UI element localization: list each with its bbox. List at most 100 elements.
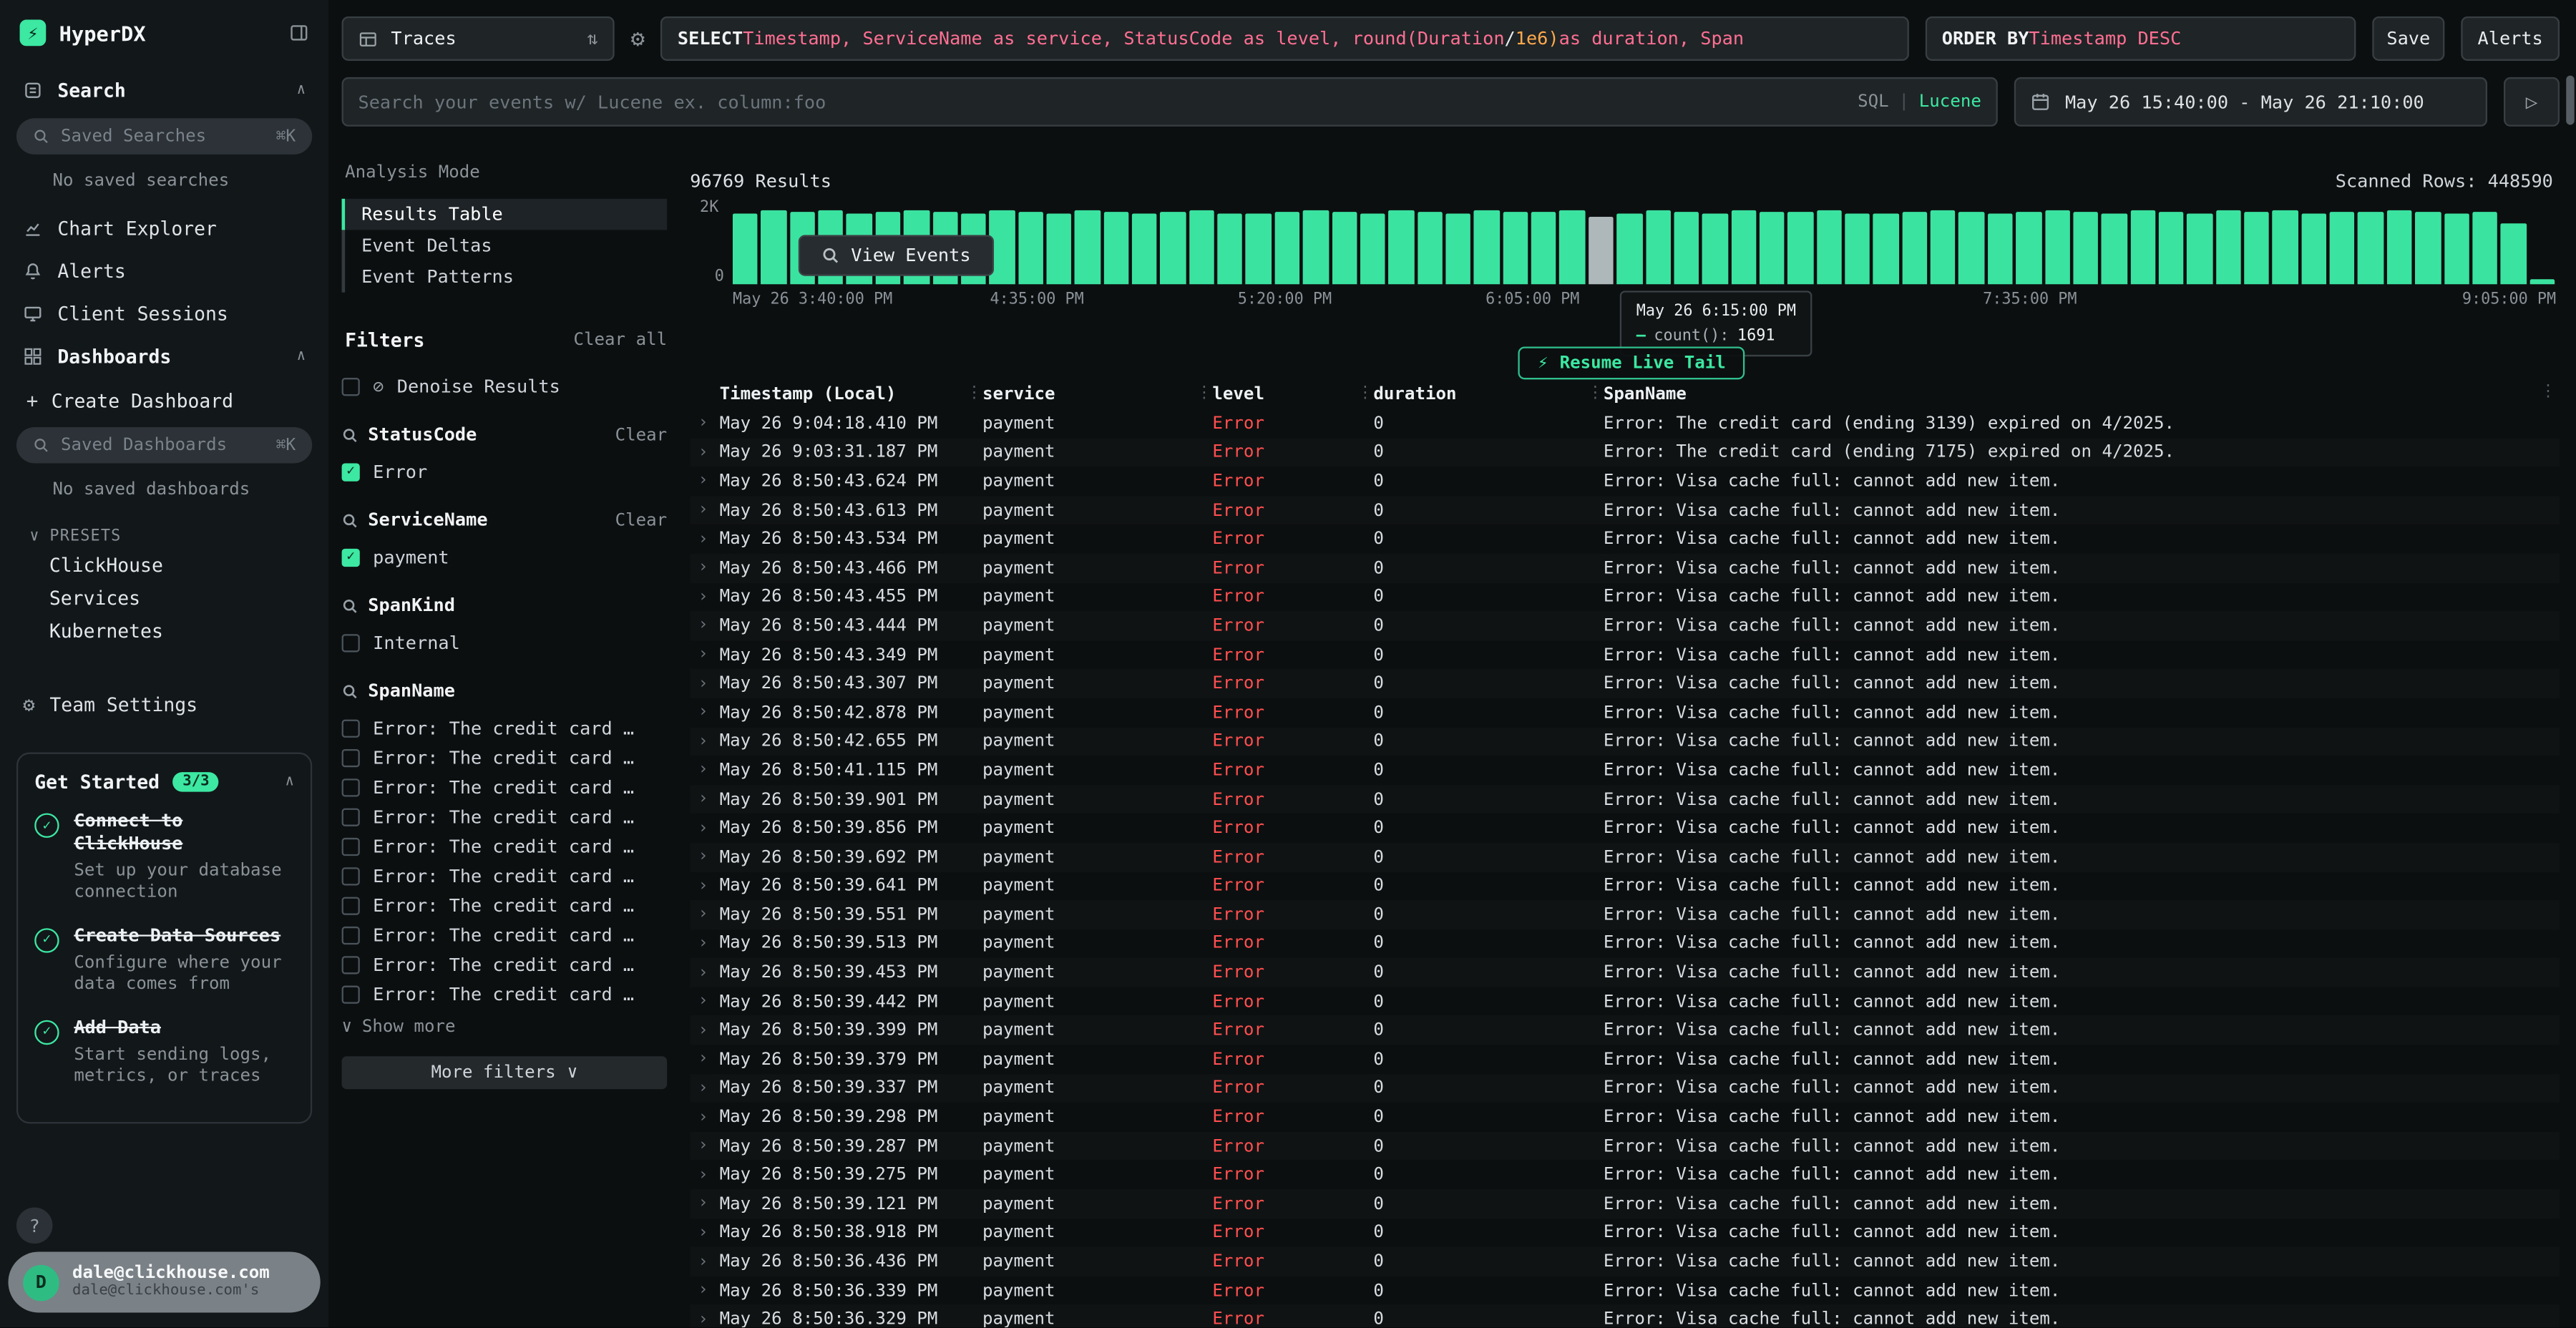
- row-expand-icon[interactable]: ›: [690, 1022, 719, 1040]
- checkbox[interactable]: [342, 748, 360, 766]
- histogram-bar[interactable]: [1218, 213, 1243, 284]
- histogram-bar[interactable]: [2358, 213, 2384, 284]
- row-expand-icon[interactable]: ›: [690, 472, 719, 490]
- checkbox[interactable]: [342, 866, 360, 884]
- row-expand-icon[interactable]: ›: [690, 964, 719, 982]
- table-row[interactable]: › May 26 8:50:41.115 PM payment Error 0 …: [690, 756, 2560, 784]
- row-expand-icon[interactable]: ›: [690, 501, 719, 519]
- row-expand-icon[interactable]: ›: [690, 645, 719, 663]
- resume-live-tail-button[interactable]: ⚡ Resume Live Tail: [1518, 346, 1745, 379]
- histogram-bar[interactable]: [2102, 213, 2127, 284]
- run-query-button[interactable]: ▷: [2504, 77, 2560, 127]
- row-expand-icon[interactable]: ›: [690, 414, 719, 432]
- row-expand-icon[interactable]: ›: [690, 675, 719, 693]
- lucene-toggle[interactable]: Lucene: [1919, 92, 1981, 112]
- table-row[interactable]: › May 26 8:50:39.337 PM payment Error 0 …: [690, 1074, 2560, 1103]
- scrollbar-thumb[interactable]: [2566, 76, 2574, 125]
- histogram-bar[interactable]: [2016, 211, 2041, 284]
- histogram-bar[interactable]: [1445, 214, 1470, 285]
- row-expand-icon[interactable]: ›: [690, 934, 719, 952]
- histogram-bar[interactable]: [2273, 211, 2298, 285]
- histogram-bar[interactable]: [1589, 218, 1614, 284]
- source-settings-gear-icon[interactable]: ⚙: [631, 16, 645, 61]
- preset-dashboard-link[interactable]: Kubernetes: [0, 615, 328, 648]
- table-row[interactable]: › May 26 8:50:39.379 PM payment Error 0 …: [690, 1045, 2560, 1073]
- more-filters-button[interactable]: More filters ∨: [342, 1056, 668, 1089]
- table-row[interactable]: › May 26 9:03:31.187 PM payment Error 0 …: [690, 438, 2560, 467]
- filter-option-spanname[interactable]: Error: The credit card …: [342, 831, 668, 861]
- row-expand-icon[interactable]: ›: [690, 1050, 719, 1068]
- histogram-bar[interactable]: [1046, 213, 1071, 285]
- table-row[interactable]: › May 26 8:50:42.655 PM payment Error 0 …: [690, 727, 2560, 756]
- table-row[interactable]: › May 26 8:50:39.551 PM payment Error 0 …: [690, 900, 2560, 929]
- get-started-header[interactable]: Get Started 3/3 ∧: [34, 771, 294, 794]
- row-expand-icon[interactable]: ›: [690, 1310, 719, 1327]
- denoise-results-checkbox[interactable]: ⊘ Denoise Results: [342, 371, 668, 401]
- chevron-up-icon[interactable]: ∧: [297, 348, 306, 365]
- preset-dashboard-link[interactable]: ClickHouse: [0, 549, 328, 582]
- column-header-service[interactable]: ⋮service: [962, 384, 1192, 404]
- row-expand-icon[interactable]: ›: [690, 1166, 719, 1183]
- chevron-up-icon[interactable]: ∧: [297, 82, 306, 99]
- table-row[interactable]: › May 26 8:50:39.513 PM payment Error 0 …: [690, 929, 2560, 958]
- filter-option-payment[interactable]: ✓ payment: [342, 542, 668, 572]
- histogram-bar[interactable]: [1474, 210, 1499, 284]
- table-row[interactable]: › May 26 8:50:39.442 PM payment Error 0 …: [690, 987, 2560, 1016]
- checkbox-checked[interactable]: ✓: [342, 462, 360, 480]
- clear-all-filters-button[interactable]: Clear all: [573, 330, 667, 350]
- histogram-bar[interactable]: [1332, 213, 1357, 284]
- histogram-bar[interactable]: [1560, 210, 1585, 284]
- sidebar-item-dashboards[interactable]: Dashboards ∧: [0, 335, 328, 378]
- row-expand-icon[interactable]: ›: [690, 877, 719, 895]
- histogram-bar[interactable]: [2215, 210, 2240, 284]
- table-row[interactable]: › May 26 8:50:39.856 PM payment Error 0 …: [690, 814, 2560, 842]
- table-row[interactable]: › May 26 8:50:38.918 PM payment Error 0 …: [690, 1219, 2560, 1247]
- filter-option-spanname[interactable]: Error: The credit card …: [342, 713, 668, 742]
- histogram-bar[interactable]: [1674, 212, 1699, 284]
- row-expand-icon[interactable]: ›: [690, 819, 719, 837]
- chevron-up-icon[interactable]: ∧: [286, 773, 294, 790]
- saved-dashboards-input[interactable]: Saved Dashboards ⌘K: [16, 427, 312, 464]
- table-row[interactable]: › May 26 8:50:43.613 PM payment Error 0 …: [690, 496, 2560, 524]
- histogram-bar[interactable]: [1902, 211, 1927, 284]
- table-row[interactable]: › May 26 8:50:39.453 PM payment Error 0 …: [690, 958, 2560, 987]
- histogram-bar[interactable]: [1788, 212, 1813, 284]
- row-expand-icon[interactable]: ›: [690, 444, 719, 462]
- histogram-bar[interactable]: [1418, 212, 1443, 284]
- histogram-bar[interactable]: [2444, 213, 2469, 284]
- sidebar-item-client-sessions[interactable]: Client Sessions: [0, 293, 328, 336]
- table-row[interactable]: › May 26 8:50:39.399 PM payment Error 0 …: [690, 1016, 2560, 1045]
- histogram-bar[interactable]: [1503, 213, 1528, 284]
- histogram-bar[interactable]: [1132, 214, 1157, 284]
- histogram-bar[interactable]: [2159, 212, 2184, 284]
- row-expand-icon[interactable]: ›: [690, 848, 719, 866]
- column-header-level[interactable]: ⋮level: [1193, 384, 1354, 404]
- table-row[interactable]: › May 26 8:50:39.121 PM payment Error 0 …: [690, 1189, 2560, 1218]
- checkbox[interactable]: [342, 778, 360, 796]
- column-header-timestamp[interactable]: Timestamp (Local): [720, 384, 963, 404]
- table-row[interactable]: › May 26 8:50:36.436 PM payment Error 0 …: [690, 1247, 2560, 1276]
- histogram-bar[interactable]: [2044, 210, 2069, 284]
- histogram-bar[interactable]: [1018, 212, 1043, 284]
- row-expand-icon[interactable]: ›: [690, 992, 719, 1010]
- order-by-query[interactable]: ORDER BY Timestamp DESC: [1926, 16, 2356, 61]
- histogram-bar[interactable]: [2187, 214, 2212, 285]
- filter-option-spanname[interactable]: Error: The credit card …: [342, 979, 668, 1008]
- histogram-bar[interactable]: [2073, 213, 2098, 284]
- histogram-bar[interactable]: [761, 211, 786, 285]
- table-row[interactable]: › May 26 8:50:42.878 PM payment Error 0 …: [690, 698, 2560, 727]
- clear-filter-button[interactable]: Clear: [615, 510, 668, 530]
- collapse-sidebar-icon[interactable]: [289, 23, 309, 43]
- checkbox[interactable]: [342, 896, 360, 914]
- histogram-bar[interactable]: [1246, 213, 1271, 284]
- row-expand-icon[interactable]: ›: [690, 703, 719, 721]
- get-started-step[interactable]: ✓ Connect to ClickHouse Set up your data…: [34, 810, 294, 905]
- filter-option-spanname[interactable]: Error: The credit card …: [342, 801, 668, 831]
- histogram-bar[interactable]: [1988, 213, 2013, 284]
- histogram-bar[interactable]: [1189, 210, 1214, 284]
- filter-option-spanname[interactable]: Error: The credit card …: [342, 772, 668, 801]
- sql-toggle[interactable]: SQL: [1858, 92, 1889, 112]
- histogram-bar[interactable]: [1760, 213, 1785, 284]
- event-search-bar[interactable]: SQL | Lucene: [342, 77, 1998, 127]
- histogram-bar[interactable]: [1702, 213, 1727, 284]
